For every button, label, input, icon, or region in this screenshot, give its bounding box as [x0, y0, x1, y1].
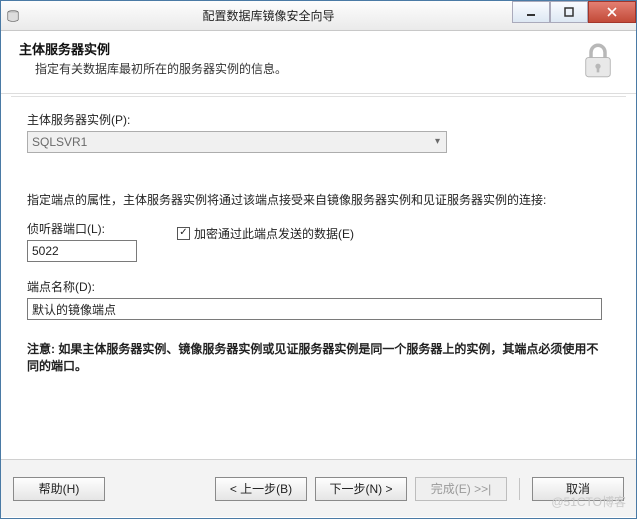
- principal-instance-select[interactable]: SQLSVR1 ▾: [27, 131, 447, 153]
- maximize-button[interactable]: [550, 1, 588, 23]
- endpoint-name-value: 默认的镜像端点: [32, 301, 116, 318]
- endpoint-intro-text: 指定端点的属性，主体服务器实例将通过该端点接受来自镜像服务器实例和见证服务器实例…: [27, 191, 610, 208]
- app-icon: [1, 1, 25, 31]
- encrypt-checkbox[interactable]: ✓: [177, 227, 190, 240]
- back-button[interactable]: < 上一步(B): [215, 477, 307, 501]
- finish-button: 完成(E) >>|: [415, 477, 507, 501]
- window-controls: [512, 1, 636, 30]
- wizard-header: 主体服务器实例 指定有关数据库最初所在的服务器实例的信息。: [1, 31, 636, 94]
- close-button[interactable]: [588, 1, 636, 23]
- listener-port-input[interactable]: 5022: [27, 240, 137, 262]
- encrypt-label: 加密通过此端点发送的数据(E): [194, 225, 354, 242]
- listener-port-value: 5022: [32, 244, 59, 258]
- endpoint-name-label: 端点名称(D):: [27, 278, 610, 295]
- window-title: 配置数据库镜像安全向导: [25, 7, 512, 24]
- separator: [519, 478, 520, 500]
- page-subtitle: 指定有关数据库最初所在的服务器实例的信息。: [19, 58, 568, 77]
- chevron-down-icon: ▾: [435, 136, 440, 147]
- listener-port-label: 侦听器端口(L):: [27, 220, 137, 237]
- wizard-footer: 帮助(H) < 上一步(B) 下一步(N) > 完成(E) >>| 取消: [1, 459, 636, 517]
- page-title: 主体服务器实例: [19, 39, 568, 58]
- port-note: 注意: 如果主体服务器实例、镜像服务器实例或见证服务器实例是同一个服务器上的实例…: [27, 340, 607, 374]
- lock-icon: [576, 39, 620, 83]
- principal-instance-label: 主体服务器实例(P):: [27, 111, 610, 128]
- wizard-content: 主体服务器实例(P): SQLSVR1 ▾ 指定端点的属性，主体服务器实例将通过…: [1, 97, 636, 459]
- principal-instance-value: SQLSVR1: [32, 135, 87, 149]
- title-bar: 配置数据库镜像安全向导: [1, 1, 636, 31]
- next-button[interactable]: 下一步(N) >: [315, 477, 407, 501]
- help-button[interactable]: 帮助(H): [13, 477, 105, 501]
- endpoint-name-input[interactable]: 默认的镜像端点: [27, 298, 602, 320]
- cancel-button[interactable]: 取消: [532, 477, 624, 501]
- minimize-button[interactable]: [512, 1, 550, 23]
